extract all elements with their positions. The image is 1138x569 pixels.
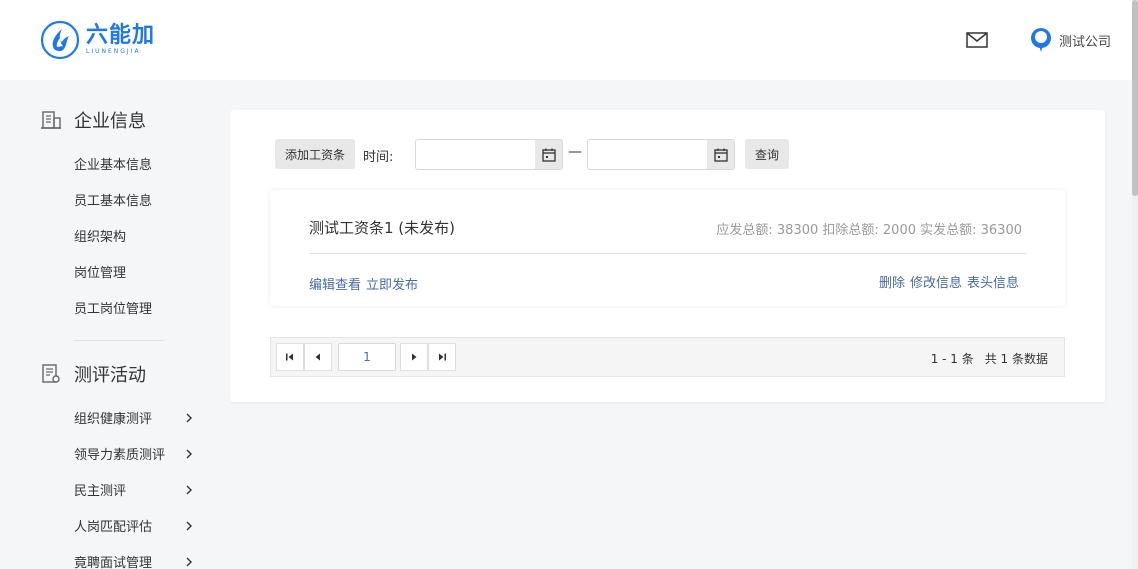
user-menu[interactable]: 测试公司: [1028, 27, 1111, 53]
last-page-button[interactable]: [428, 343, 456, 371]
next-page-button[interactable]: [400, 343, 428, 371]
sidebar-item-org-health[interactable]: 组织健康测评: [74, 408, 194, 427]
prev-page-button[interactable]: [304, 343, 332, 371]
sidebar-item-employee-position[interactable]: 员工岗位管理: [74, 298, 194, 317]
prev-page-icon: [315, 353, 320, 361]
time-label: 时间:: [363, 150, 394, 165]
section-title: 企业信息: [74, 111, 146, 132]
scrollbar-thumb[interactable]: [1132, 0, 1138, 196]
avatar-icon: [1031, 28, 1051, 52]
user-name: 测试公司: [1059, 34, 1112, 50]
card-divider: [309, 253, 1026, 254]
date-range-separator: —: [568, 144, 582, 160]
chevron-right-icon: [186, 413, 192, 422]
top-header: 六能加 LIUNENGJIA 测试公司: [0, 0, 1138, 80]
edit-view-link[interactable]: 编辑查看: [309, 274, 361, 293]
first-page-button[interactable]: [276, 343, 304, 371]
sidebar-item-employee-info[interactable]: 员工基本信息: [74, 190, 194, 209]
sidebar-section-assessment[interactable]: 测评活动: [40, 361, 146, 387]
sidebar-item-democratic[interactable]: 民主测评: [74, 480, 194, 499]
page-scrollbar[interactable]: [1132, 0, 1138, 569]
page-range-text: 1 - 1 条: [930, 352, 974, 366]
sidebar-item-job-match[interactable]: 人岗匹配评估: [74, 516, 194, 535]
sidebar-divider: [74, 340, 164, 341]
sidebar-item-position-mgmt[interactable]: 岗位管理: [74, 262, 194, 281]
payslip-summary: 应发总额: 38300 扣除总额: 2000 实发总额: 36300: [716, 223, 1022, 238]
sidebar-item-interview[interactable]: 竟聘面试管理: [74, 552, 194, 569]
sidebar-item-company-info[interactable]: 企业基本信息: [74, 154, 194, 173]
section-title: 测评活动: [74, 365, 146, 386]
logo[interactable]: 六能加 LIUNENGJIA: [40, 20, 155, 60]
chevron-right-icon: [186, 449, 192, 458]
payslip-title: 测试工资条1 (未发布): [309, 219, 456, 237]
start-date-picker[interactable]: [415, 139, 563, 170]
building-icon: [41, 111, 61, 129]
main-panel: 添加工资条 时间: — 查询 测试工资条1 (未发布) 应发总额: 38300 …: [230, 110, 1105, 402]
query-button[interactable]: 查询: [745, 139, 789, 169]
calendar-icon: [713, 148, 728, 162]
assessment-icon: [42, 364, 60, 383]
first-page-icon: [286, 353, 293, 361]
logo-icon: [40, 20, 80, 60]
pagination: 1 1 - 1 条 共 1 条数据: [270, 337, 1065, 377]
calendar-button[interactable]: [707, 140, 734, 169]
total-count-text: 共 1 条数据: [984, 352, 1048, 366]
edit-info-link[interactable]: 修改信息: [910, 272, 962, 291]
publish-link[interactable]: 立即发布: [366, 274, 418, 293]
calendar-icon: [541, 148, 556, 162]
end-date-picker[interactable]: [587, 139, 735, 170]
chevron-right-icon: [186, 485, 192, 494]
payslip-card: 测试工资条1 (未发布) 应发总额: 38300 扣除总额: 2000 实发总额…: [270, 190, 1065, 306]
sidebar-item-leadership[interactable]: 领导力素质测评: [74, 444, 194, 463]
sidebar: 企业信息 企业基本信息 员工基本信息 组织架构 岗位管理 员工岗位管理 测评活动…: [0, 80, 210, 569]
calendar-button[interactable]: [535, 140, 562, 169]
header-info-link[interactable]: 表头信息: [967, 272, 1019, 291]
sidebar-item-org-structure[interactable]: 组织架构: [74, 226, 194, 245]
add-payslip-button[interactable]: 添加工资条: [275, 139, 355, 169]
last-page-icon: [439, 353, 446, 361]
logo-text: 六能加: [86, 23, 156, 48]
delete-link[interactable]: 删除: [879, 272, 905, 291]
chevron-right-icon: [186, 557, 192, 566]
page-number-input[interactable]: 1: [338, 343, 396, 371]
mail-icon[interactable]: [966, 32, 988, 48]
logo-subtext: LIUNENGJIA: [86, 48, 141, 55]
chevron-right-icon: [186, 521, 192, 530]
next-page-icon: [412, 353, 417, 361]
sidebar-section-company[interactable]: 企业信息: [40, 107, 146, 133]
